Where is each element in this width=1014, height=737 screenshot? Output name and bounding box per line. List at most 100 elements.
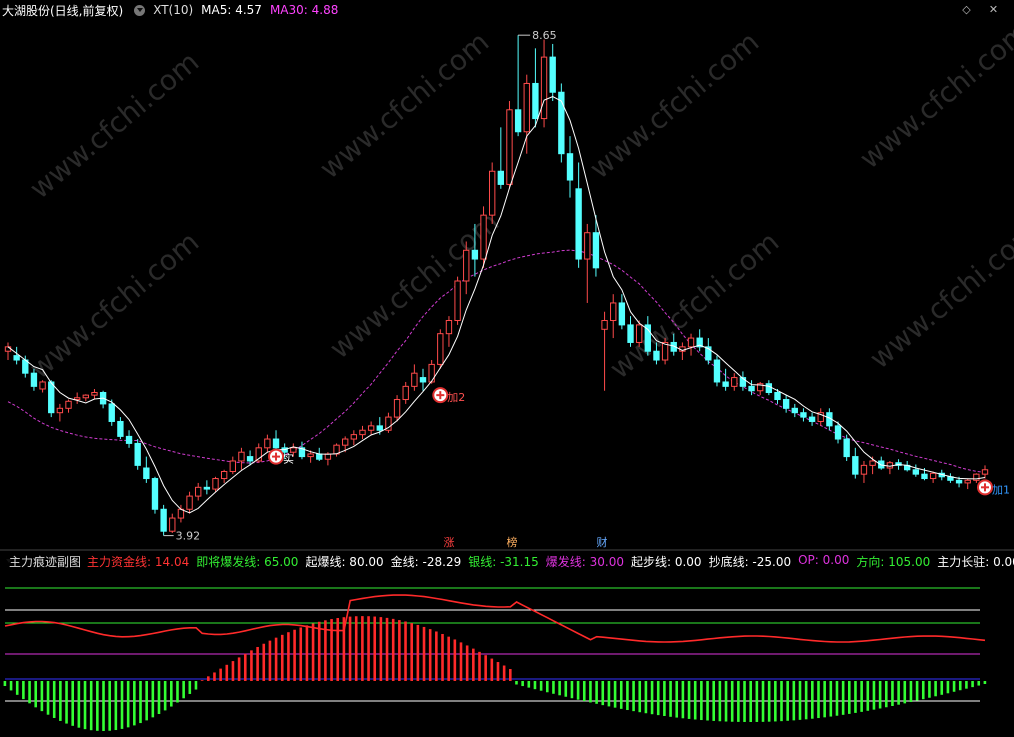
histogram-bar — [102, 681, 105, 731]
candle — [91, 388, 98, 400]
candle-body — [722, 381, 729, 387]
histogram-bar — [151, 681, 155, 718]
candle-body — [592, 232, 600, 269]
indicator-subchart[interactable] — [0, 571, 1014, 737]
candle-body — [290, 447, 297, 453]
histogram-bar — [663, 681, 666, 716]
histogram-bar — [317, 621, 321, 681]
histogram-bar — [872, 681, 876, 710]
candle — [359, 425, 366, 440]
histogram-bar — [46, 681, 50, 715]
candle-body — [540, 56, 548, 120]
candle — [385, 412, 392, 433]
candle-body — [56, 407, 64, 414]
candle — [782, 395, 790, 413]
candle-body — [800, 412, 807, 418]
candle-body — [108, 403, 115, 422]
histogram-bar — [829, 681, 833, 717]
histogram-bar — [404, 621, 407, 681]
histogram-bar — [965, 681, 968, 689]
watermark-text: www.cfchi.com — [313, 25, 495, 185]
histogram-bar — [34, 681, 38, 708]
histogram-bar — [712, 681, 716, 721]
histogram-bar — [256, 646, 259, 681]
histogram-bar — [761, 681, 765, 722]
candle — [411, 364, 418, 391]
candle-body — [411, 372, 418, 387]
histogram-bar — [977, 681, 981, 686]
candle — [350, 430, 358, 446]
histogram-bar — [459, 642, 463, 681]
candle — [125, 430, 133, 448]
candle-body — [955, 479, 963, 484]
candle-body — [549, 56, 556, 93]
candle — [169, 513, 176, 533]
histogram-bar — [693, 681, 697, 720]
candle — [186, 491, 193, 514]
histogram-bar — [724, 681, 728, 722]
histogram-bar — [860, 681, 863, 712]
histogram-bar — [336, 618, 340, 681]
low-label: 3.92 — [176, 530, 201, 543]
candle — [117, 417, 124, 440]
candlestick-chart[interactable]: www.cfchi.com www.cfchi.com www.cfchi.com w… — [0, 0, 1014, 551]
histogram-bar — [878, 681, 882, 709]
candle-body — [627, 324, 634, 343]
candle-body — [610, 302, 617, 322]
candle — [419, 368, 427, 391]
histogram-bar — [213, 672, 216, 681]
candle-body — [82, 394, 89, 399]
candle-body — [601, 320, 608, 330]
sub-panel-title[interactable]: 主力痕迹副图 — [9, 553, 81, 570]
histogram-bar — [718, 681, 722, 722]
candle-body — [376, 425, 383, 431]
histogram-bar — [206, 676, 210, 681]
candle — [618, 294, 626, 330]
histogram-bar — [749, 681, 752, 722]
histogram-bar — [219, 668, 222, 681]
histogram-bar — [354, 616, 358, 681]
histogram-bar — [607, 681, 611, 707]
candle-body — [169, 517, 176, 532]
histogram-bar — [601, 681, 605, 706]
histogram-bar — [730, 681, 734, 722]
histogram-bar — [527, 681, 531, 688]
candle — [549, 43, 556, 102]
candle-body — [428, 363, 435, 383]
histogram-bar — [398, 620, 401, 681]
histogram-bar — [644, 681, 648, 714]
candle — [679, 342, 686, 361]
candle — [912, 464, 920, 477]
histogram-bar — [515, 681, 518, 685]
candle-body — [886, 462, 894, 469]
histogram-bar — [96, 681, 99, 731]
histogram-bar — [767, 681, 771, 722]
histogram-bar — [891, 681, 894, 707]
histogram-bar — [89, 681, 93, 731]
histogram-bar — [928, 681, 931, 698]
histogram-bar — [71, 681, 74, 726]
sub-item-0: 主力资金线: 14.04 — [87, 554, 190, 569]
candle-body — [359, 429, 366, 436]
histogram-bar — [669, 681, 672, 717]
histogram-bar — [656, 681, 660, 716]
candle — [506, 101, 513, 189]
candle — [843, 434, 850, 461]
sub-item-8: OP: 0.00 — [798, 552, 850, 567]
candle — [860, 460, 868, 483]
histogram-bar — [15, 681, 19, 695]
candle-body — [212, 478, 219, 490]
candle — [705, 338, 712, 365]
candle — [532, 48, 539, 128]
candle — [852, 447, 859, 479]
candle-body — [782, 399, 790, 409]
histogram-bar — [848, 681, 851, 714]
candle — [428, 360, 435, 384]
histogram-bar — [163, 681, 167, 711]
signal-label: 加1 — [992, 483, 1010, 496]
histogram-bar — [804, 681, 808, 720]
candle-body — [437, 333, 444, 365]
histogram-bar — [780, 681, 783, 722]
candle — [151, 476, 159, 514]
candle — [627, 316, 634, 347]
